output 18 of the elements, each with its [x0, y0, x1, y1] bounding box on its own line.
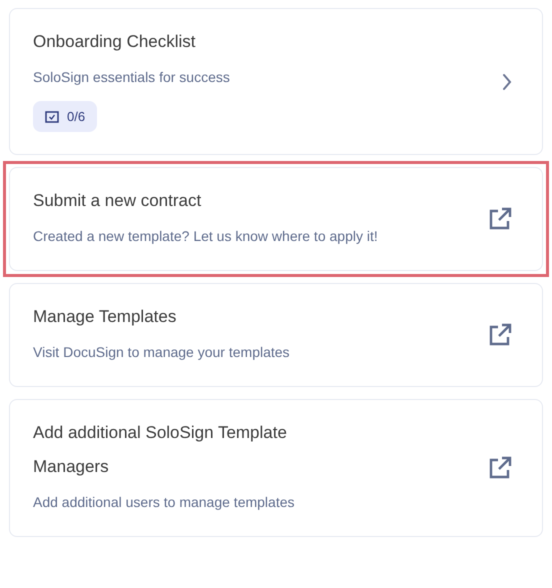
external-link-icon — [488, 323, 512, 347]
chevron-right-icon — [502, 72, 512, 90]
card[interactable]: Manage Templates Visit DocuSign to manage your templates — [9, 283, 543, 387]
checkbox-icon — [45, 110, 59, 122]
external-link-icon — [488, 207, 512, 231]
progress-count: 0/6 — [67, 109, 86, 124]
card-title: Submit a new contract — [33, 190, 202, 212]
card[interactable]: Submit a new contract Created a new template? Let us know where to apply it! — [9, 167, 543, 271]
external-link-icon — [488, 456, 512, 480]
card-subtitle: Add additional users to manage templates — [33, 493, 296, 512]
card[interactable]: Add additional SoloSign Template Managers Add additional users to manage templates — [9, 399, 543, 537]
card-subtitle: Created a new template? Let us know where to apply it! — [33, 227, 379, 246]
card-subtitle: SoloSign essentials for success — [33, 68, 231, 87]
card-title: Add additional SoloSign Template Managers — [33, 422, 288, 478]
card-title: Onboarding Checklist — [33, 31, 197, 53]
card-title: Manage Templates — [33, 306, 178, 328]
card[interactable]: Onboarding Checklist SoloSign essentials for success 0/6 — [9, 8, 543, 155]
card-subtitle: Visit DocuSign to manage your templates — [33, 343, 291, 362]
